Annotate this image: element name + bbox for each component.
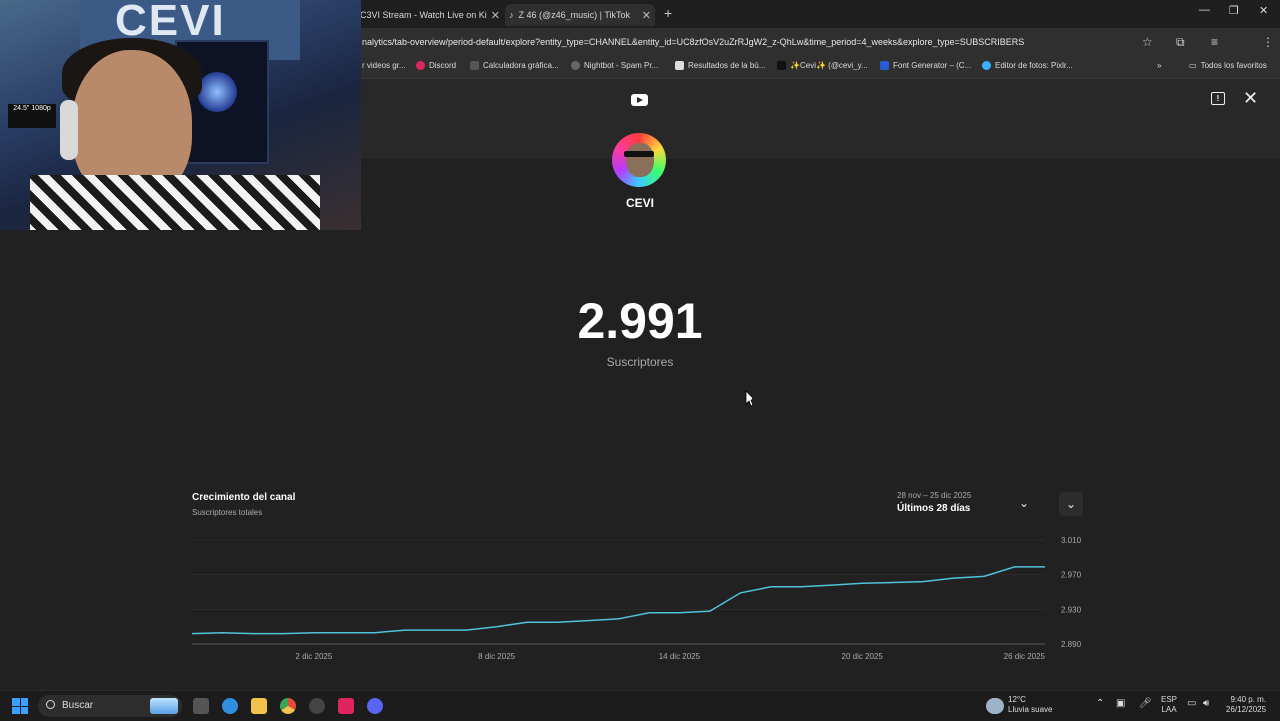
url-field[interactable]: nalytics/tab-overview/period-default/exp… [362, 37, 1024, 47]
volume-icon[interactable]: 🔊︎ [1203, 699, 1209, 709]
chart-title: Crecimiento del canal [192, 492, 296, 503]
tray-chevron-icon[interactable]: ⌃ [1096, 699, 1104, 709]
menu-kebab-icon[interactable]: ⋮ [1262, 35, 1274, 49]
y-tick-label: 2.890 [1061, 640, 1082, 649]
chrome-icon[interactable] [280, 698, 296, 714]
bookmark-label: Nightbot - Spam Pr... [584, 61, 659, 70]
lang-bottom: LAA [1161, 705, 1177, 714]
microphone-icon[interactable]: 🎤︎ [1139, 699, 1152, 709]
search-highlight-icon [150, 698, 178, 714]
subscriber-count: 2.991 [577, 293, 703, 349]
new-tab-button[interactable]: + [664, 5, 672, 21]
series-line [191, 566, 1045, 635]
weather-icon [986, 698, 1004, 714]
x-tick-label: 20 dic 2025 [842, 652, 884, 661]
tiktok-icon [777, 61, 786, 70]
search-results-icon [675, 61, 684, 70]
bookmark-label: Todos los favoritos [1200, 61, 1267, 70]
bookmark-label: Editor de fotos: Pixlr... [995, 61, 1073, 70]
bookmark-item[interactable]: Editor de fotos: Pixlr... [982, 61, 1073, 70]
language-indicator[interactable]: ESP LAA [1161, 695, 1177, 715]
tiktok-app-icon[interactable] [338, 698, 354, 714]
feedback-icon[interactable]: ! [1211, 92, 1225, 105]
bookmark-label: r videos gr... [362, 61, 406, 70]
bookmark-label: Resultados de la bú... [688, 61, 766, 70]
bookmark-item[interactable]: Calculadora gráfica... [470, 61, 559, 70]
chart-subtitle: Suscriptores totales [192, 508, 263, 517]
bookmark-folder[interactable]: ▭ Todos los favoritos [1189, 61, 1267, 70]
window-close-icon[interactable]: ✕ [1259, 4, 1268, 17]
bookmark-label: ✨Cevi✨ (@cevi_y... [790, 61, 868, 70]
y-tick-label: 2.930 [1061, 605, 1082, 614]
clock-time: 9:40 p. m. [1230, 695, 1267, 704]
subscriber-growth-chart: 3.010 2.970 2.930 2.890 2 dic 2025 8 dic 2025… [191, 536, 1082, 661]
bookmark-item[interactable]: r videos gr... [362, 61, 406, 70]
clock[interactable]: 9:40 p. m. 26/12/2025 [1226, 695, 1266, 715]
webcam-monitor: 24.5" 1080p [8, 104, 56, 128]
channel-avatar [612, 133, 666, 187]
tab-tiktok-label: Z 46 (@z46_music) | TikTok [518, 10, 631, 20]
minimize-icon[interactable]: — [1199, 4, 1210, 16]
more-bookmarks-icon[interactable]: » [1157, 61, 1161, 70]
expand-chart-button[interactable]: ⌄ [1059, 492, 1083, 516]
bookmark-label: Calculadora gráfica... [483, 61, 559, 70]
network-icon[interactable]: ▭ [1187, 699, 1196, 709]
windows-start-icon[interactable] [12, 698, 28, 714]
tiktok-icon: ♪ [509, 10, 514, 20]
x-tick-label: 26 dic 2025 [1004, 652, 1046, 661]
date-range: 28 nov – 25 dic 2025 [897, 491, 972, 500]
bookmark-item[interactable]: Font Generator – (C... [880, 61, 971, 70]
calculator-icon [470, 61, 479, 70]
pixlr-icon [982, 61, 991, 70]
folder-icon: ▭ [1189, 61, 1197, 70]
file-explorer-icon[interactable] [251, 698, 267, 714]
tray-app-icon[interactable]: ▣ [1116, 699, 1125, 709]
youtube-icon [631, 94, 648, 106]
close-tab-icon[interactable]: ✕ [491, 9, 500, 22]
nightbot-icon [571, 61, 580, 70]
webcam-overlay: CEVI 24.5" 1080p [0, 0, 361, 230]
tab-stream[interactable]: C3VI Stream - Watch Live on Ki ✕ [360, 4, 500, 26]
discord-bookmark-icon [416, 61, 425, 70]
taskbar: Buscar 12°C Lluvia suave ⌃ ▣ 🎤︎ ESP LAA … [0, 690, 1280, 721]
clock-date: 26/12/2025 [1226, 705, 1267, 714]
subscriber-label: Suscriptores [606, 355, 674, 369]
discord-icon[interactable] [367, 698, 383, 714]
bookmark-star-icon[interactable]: ☆ [1142, 35, 1153, 49]
bookmark-label: Discord [429, 61, 457, 70]
extensions-icon[interactable]: ⧉ [1176, 35, 1185, 50]
bookmark-item[interactable]: Resultados de la bú... [675, 61, 765, 70]
bookmark-item[interactable]: Nightbot - Spam Pr... [571, 61, 658, 70]
media-control-icon[interactable]: ≡ [1211, 35, 1218, 49]
font-generator-icon [880, 61, 889, 70]
x-tick-label: 14 dic 2025 [659, 652, 701, 661]
close-icon[interactable]: ✕ [1243, 88, 1258, 109]
x-tick-label: 2 dic 2025 [295, 652, 332, 661]
bookmark-item[interactable]: Discord [416, 61, 456, 70]
x-tick-label: 8 dic 2025 [478, 652, 515, 661]
app-icon[interactable] [309, 698, 325, 714]
tab-stream-label: C3VI Stream - Watch Live on Ki [360, 10, 487, 20]
weather-temp: 12°C [1008, 695, 1026, 704]
y-tick-label: 2.970 [1061, 571, 1082, 580]
weather-desc: Lluvia suave [1008, 705, 1053, 714]
bookmark-label: Font Generator – (C... [893, 61, 972, 70]
restore-icon[interactable]: ❐ [1229, 4, 1239, 17]
chevron-down-icon[interactable]: ⌄ [1019, 496, 1029, 510]
lang-top: ESP [1161, 695, 1178, 704]
close-tab-icon[interactable]: ✕ [642, 9, 651, 22]
y-tick-label: 3.010 [1061, 536, 1082, 545]
edge-icon[interactable] [222, 698, 238, 714]
period-selector[interactable]: Últimos 28 días [897, 503, 970, 514]
bookmark-item[interactable]: ✨Cevi✨ (@cevi_y... [777, 61, 868, 70]
search-icon [46, 700, 55, 709]
weather-widget[interactable]: 12°C Lluvia suave [1008, 695, 1052, 715]
task-view-icon[interactable] [193, 698, 209, 714]
tab-tiktok[interactable]: ♪ Z 46 (@z46_music) | TikTok ✕ [505, 4, 655, 26]
